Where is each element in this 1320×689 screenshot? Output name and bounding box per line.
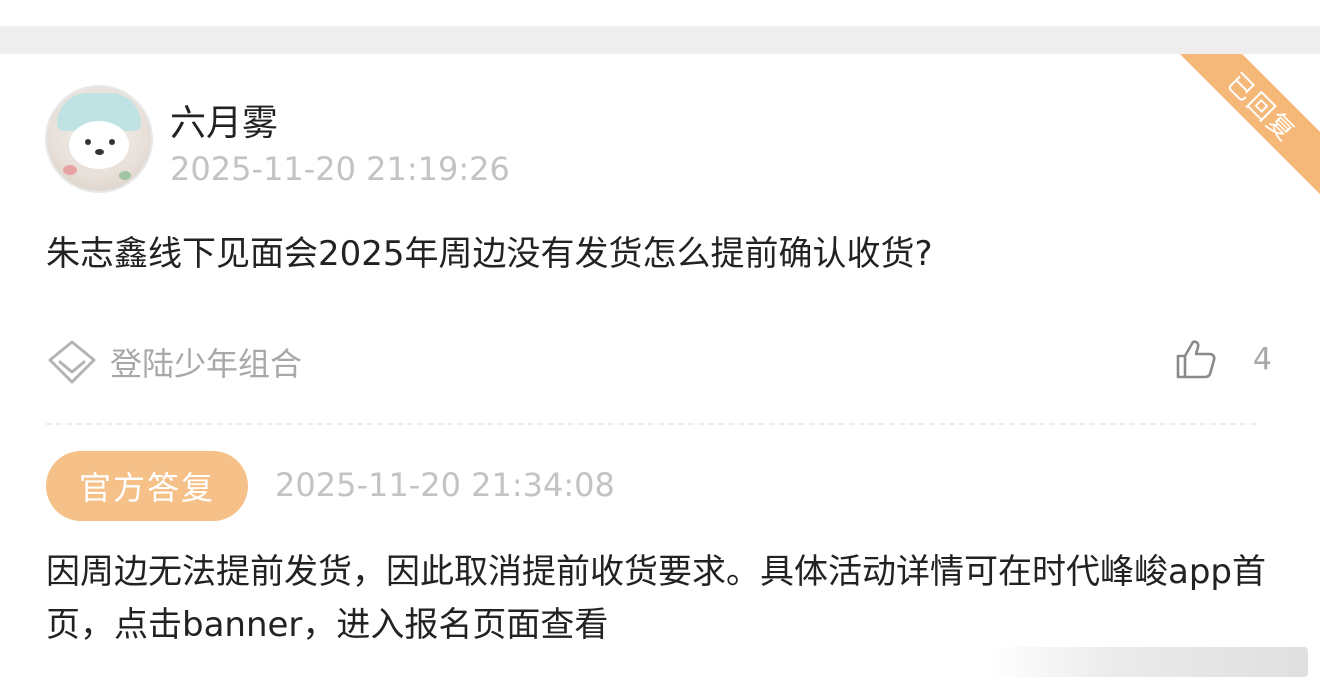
topic-tag[interactable]: 登陆少年组合 <box>46 339 302 385</box>
reply-text: 因周边无法提前发货，因此取消提前收货要求。具体活动详情可在时代峰峻app首页，点… <box>46 552 1266 645</box>
divider <box>46 423 1256 425</box>
diamond-icon <box>48 340 96 384</box>
watermark-overlay <box>988 647 1308 677</box>
section-gap <box>0 26 1320 54</box>
official-reply-badge: 官方答复 <box>46 451 248 521</box>
replied-ribbon: 已回复 <box>1166 54 1320 203</box>
username[interactable]: 六月雾 <box>170 94 278 146</box>
topic-tag-label: 登陆少年组合 <box>110 345 303 383</box>
reply-timestamp: 2025-11-20 21:34:08 <box>275 466 615 504</box>
thumbs-up-icon <box>1176 340 1216 379</box>
avatar-decoration <box>119 171 131 180</box>
avatar[interactable] <box>45 85 153 193</box>
post-timestamp: 2025-11-20 21:19:26 <box>170 150 510 188</box>
avatar-face <box>69 121 129 169</box>
avatar-eye-left <box>85 139 91 145</box>
question-text: 朱志鑫线下见面会2025年周边没有发货怎么提前确认收货? <box>46 234 933 274</box>
top-strip <box>0 0 1320 26</box>
avatar-eye-right <box>109 139 115 145</box>
like-button[interactable]: 4 <box>1175 338 1272 380</box>
like-count: 4 <box>1252 341 1272 377</box>
avatar-nose <box>95 149 104 155</box>
question-card: 已回复 六月雾 2025-11-20 21:19:26 朱志鑫线下见面会2025… <box>0 54 1320 689</box>
avatar-decoration <box>63 165 77 175</box>
